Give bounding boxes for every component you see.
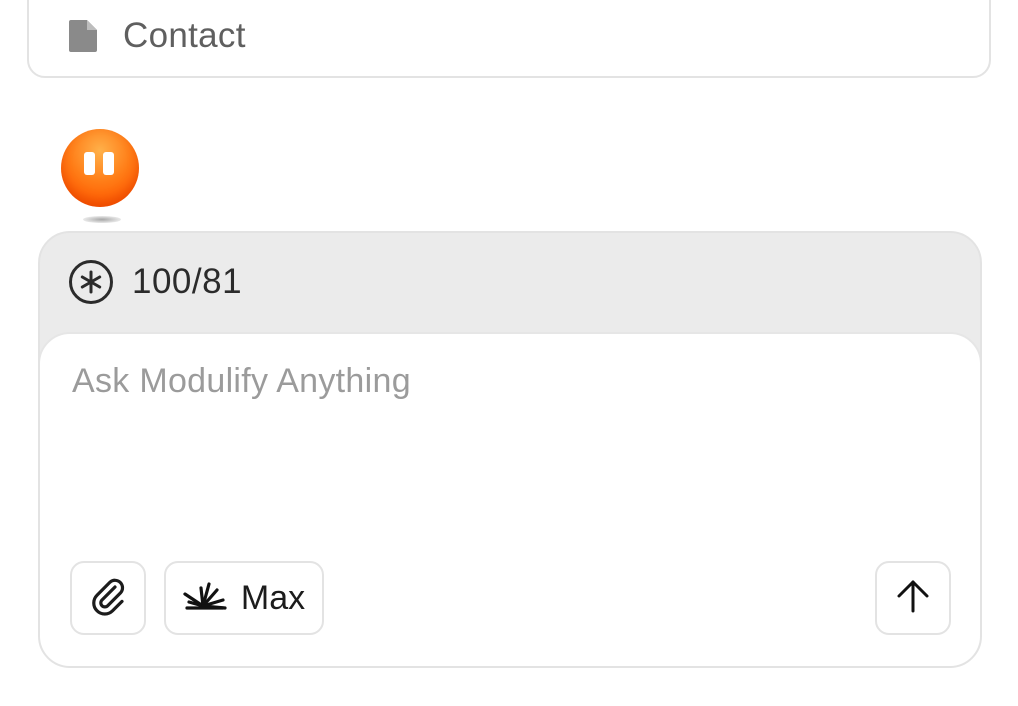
credits-count: 100/81 [132, 262, 243, 301]
contact-item[interactable]: Contact [69, 12, 246, 60]
arrow-up-icon [893, 576, 933, 621]
assistant-avatar [61, 129, 141, 225]
sparkburst-icon [183, 580, 227, 617]
contact-card[interactable]: Contact [27, 0, 991, 78]
credits-indicator: 100/81 [68, 259, 242, 305]
model-label: Max [240, 578, 306, 617]
attach-button[interactable] [70, 561, 146, 635]
avatar [61, 129, 139, 207]
avatar-shadow [83, 216, 121, 223]
asterisk-circle-icon [68, 259, 114, 305]
chat-composer: 100/81 Ask Modulify Anything Max [38, 231, 982, 668]
prompt-input[interactable] [72, 362, 932, 532]
contact-label: Contact [123, 16, 246, 55]
document-icon [69, 20, 97, 52]
page: Contact 100/81 Ask Modulify Anything Max [0, 0, 1018, 706]
avatar-eye-right [103, 152, 114, 175]
paperclip-icon [88, 576, 128, 621]
avatar-eye-left [84, 152, 95, 175]
input-panel: Max [40, 332, 980, 666]
model-selector-button[interactable]: Max [164, 561, 324, 635]
send-button[interactable] [875, 561, 951, 635]
